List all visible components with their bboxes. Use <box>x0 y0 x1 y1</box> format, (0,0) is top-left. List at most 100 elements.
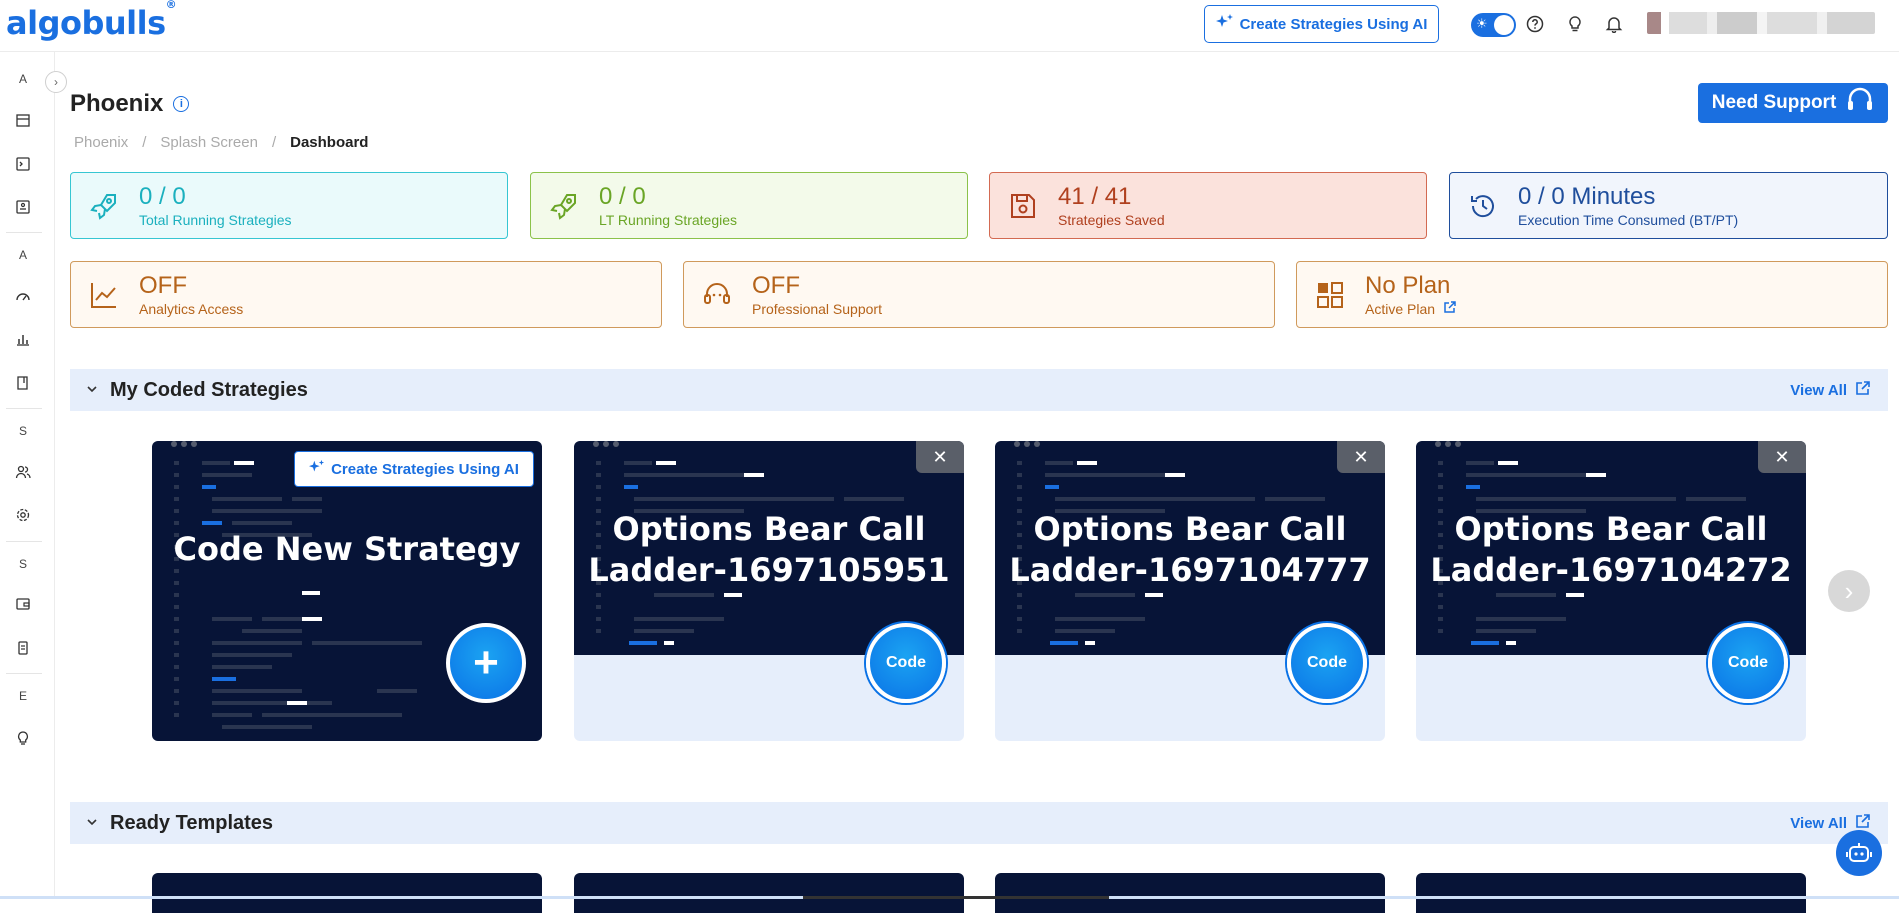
strategy-card-title-line1: Options Bear Call <box>612 510 926 548</box>
carousel-next-button[interactable]: › <box>1828 570 1870 612</box>
breadcrumb-separator: / <box>142 134 147 151</box>
sidebar-section-letter: A <box>18 248 27 262</box>
help-icon[interactable] <box>1524 13 1546 35</box>
stat-strategies-saved: 41 / 41 Strategies Saved <box>989 172 1427 239</box>
user-profile-menu[interactable] <box>1647 12 1875 34</box>
template-card[interactable] <box>574 873 964 913</box>
sidebar-item-wallet-icon[interactable] <box>12 593 34 615</box>
sidebar: A A S S E <box>0 52 55 899</box>
stat-label: Total Running Strategies <box>139 211 292 228</box>
code-button[interactable]: Code <box>1287 623 1367 703</box>
template-card[interactable] <box>1416 873 1806 913</box>
support-agent-icon <box>702 280 732 310</box>
sidebar-item-template-icon[interactable] <box>12 196 34 218</box>
close-icon[interactable]: ✕ <box>1758 441 1806 473</box>
sidebar-item-analytics-icon[interactable] <box>12 328 34 350</box>
page-title: Phoenix i <box>70 90 190 118</box>
line-chart-icon <box>89 280 119 310</box>
bell-icon[interactable] <box>1603 13 1625 35</box>
sidebar-item-users-icon[interactable] <box>12 461 34 483</box>
sidebar-divider <box>6 232 42 233</box>
strategy-card[interactable]: Options Bear Call Ladder-1697104777 ✕ Co… <box>995 441 1385 741</box>
sidebar-item-dashboard-icon[interactable] <box>12 285 34 307</box>
stat-label: Execution Time Consumed (BT/PT) <box>1518 211 1739 228</box>
strategy-card[interactable]: Options Bear Call Ladder-1697104272 ✕ Co… <box>1416 441 1806 741</box>
card-thumbnail: Code New Strategy Create Strategies Usin… <box>152 441 542 741</box>
close-icon[interactable]: ✕ <box>916 441 964 473</box>
sidebar-item-settings-icon[interactable] <box>12 504 34 526</box>
chatbot-robot-icon[interactable] <box>1836 830 1882 876</box>
top-bar: algobulls® Create Strategies Using AI ☀ <box>0 0 1899 52</box>
code-button[interactable]: Code <box>1708 623 1788 703</box>
lightbulb-icon[interactable] <box>1564 13 1586 35</box>
theme-toggle[interactable]: ☀ <box>1471 13 1516 37</box>
sidebar-item-terminal-icon[interactable] <box>12 153 34 175</box>
sparkle-icon <box>309 459 325 479</box>
section-title: Ready Templates <box>110 811 274 834</box>
code-button[interactable]: Code <box>866 623 946 703</box>
plan-grid-icon <box>1315 280 1345 310</box>
algobulls-logo[interactable]: algobulls® <box>6 0 177 42</box>
sidebar-item-receipt-icon[interactable] <box>12 637 34 659</box>
stat-label: Active Plan <box>1365 301 1456 317</box>
stat-value: 0 / 0 Minutes <box>1518 182 1656 210</box>
info-icon[interactable]: i <box>173 96 190 112</box>
strategy-card-title-line1: Options Bear Call <box>1454 510 1768 548</box>
rocket-icon <box>89 191 119 221</box>
chevron-down-icon[interactable] <box>86 383 98 397</box>
sidebar-item-lightbulb-icon[interactable] <box>12 727 34 749</box>
save-icon <box>1008 191 1038 221</box>
stat-analytics-access: OFF Analytics Access <box>70 261 662 328</box>
chevron-down-icon[interactable] <box>86 816 98 830</box>
need-support-label: Need Support <box>1711 92 1837 113</box>
breadcrumb: Phoenix / Splash Screen / Dashboard <box>74 134 368 151</box>
strategy-card-title-line2: Ladder-1697104272 <box>1430 551 1792 589</box>
sidebar-divider <box>6 408 42 409</box>
stat-value: 0 / 0 <box>599 182 646 210</box>
sidebar-divider <box>6 541 42 542</box>
view-all-coded-link[interactable]: View All <box>1790 380 1870 400</box>
sidebar-section-letter: S <box>18 557 27 571</box>
active-plan-label: Active Plan <box>1365 300 1436 317</box>
breadcrumb-separator: / <box>271 134 277 151</box>
stat-label: LT Running Strategies <box>599 211 738 228</box>
stat-value: No Plan <box>1365 271 1451 299</box>
stat-value: 0 / 0 <box>139 182 186 210</box>
strategy-card-title-line2: Ladder-1697105951 <box>588 551 950 589</box>
add-strategy-button[interactable]: + <box>446 623 526 703</box>
sidebar-section-letter: A <box>18 72 27 86</box>
sun-icon: ☀ <box>1476 16 1488 31</box>
breadcrumb-phoenix[interactable]: Phoenix <box>74 134 128 151</box>
need-support-button[interactable]: Need Support <box>1698 83 1888 123</box>
new-strategy-title: Code New Strategy <box>173 530 521 568</box>
stat-total-running-strategies: 0 / 0 Total Running Strategies <box>70 172 508 239</box>
code-new-strategy-card[interactable]: Code New Strategy Create Strategies Usin… <box>152 441 542 741</box>
page-title-text: Phoenix <box>70 90 164 117</box>
template-card[interactable] <box>995 873 1385 913</box>
sidebar-section-letter: E <box>18 689 27 703</box>
create-strategies-ai-card-button[interactable]: Create Strategies Using AI <box>294 451 534 487</box>
sidebar-section-letter: S <box>18 424 27 438</box>
external-link-icon <box>1855 380 1870 400</box>
sidebar-item-store-icon[interactable] <box>12 109 34 131</box>
stat-value: OFF <box>752 271 800 299</box>
toggle-knob <box>1494 15 1514 35</box>
template-card[interactable] <box>152 873 542 913</box>
close-icon[interactable]: ✕ <box>1337 441 1385 473</box>
history-clock-icon <box>1468 191 1498 221</box>
section-title: My Coded Strategies <box>110 378 308 401</box>
sidebar-item-book-icon[interactable] <box>12 372 34 394</box>
headset-icon <box>1846 87 1874 119</box>
stat-lt-running-strategies: 0 / 0 LT Running Strategies <box>530 172 968 239</box>
stat-professional-support: OFF Professional Support <box>683 261 1275 328</box>
breadcrumb-splash-screen[interactable]: Splash Screen <box>160 134 258 151</box>
sidebar-collapse-button[interactable]: › <box>45 71 67 93</box>
breadcrumb-dashboard: Dashboard <box>290 134 369 151</box>
stat-label: Analytics Access <box>139 300 244 317</box>
strategy-card[interactable]: Options Bear Call Ladder-1697105951 ✕ Co… <box>574 441 964 741</box>
create-strategies-ai-button[interactable]: Create Strategies Using AI <box>1204 5 1439 43</box>
strategy-card-title-line2: Ladder-1697104777 <box>1009 551 1371 589</box>
section-ready-templates: Ready Templates View All <box>70 802 1888 844</box>
external-link-icon[interactable] <box>1443 300 1456 317</box>
chevron-right-icon: › <box>54 75 58 89</box>
